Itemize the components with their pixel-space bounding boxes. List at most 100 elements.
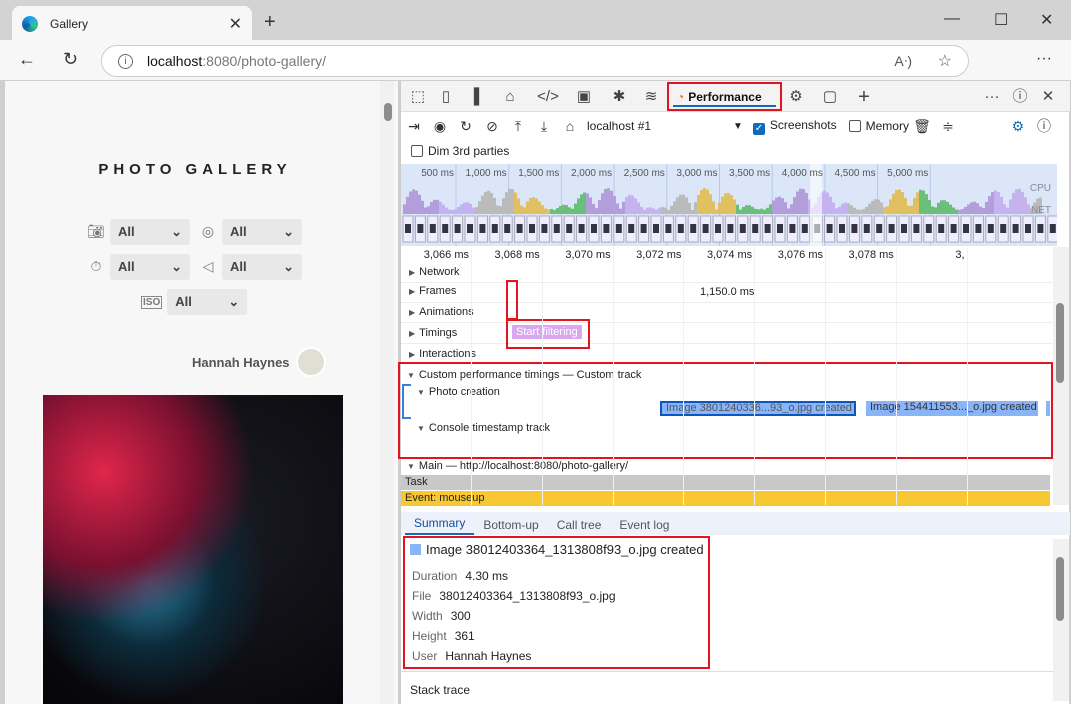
tab-call-tree[interactable]: Call tree <box>548 518 611 535</box>
welcome-tab-icon[interactable]: ⌂ <box>497 85 523 109</box>
performance-toolbar: ⇥ ◉ ↻ ⊘ ⤒ ⤓ ⌂ localhost #1 ▼ ✓ Screenshot… <box>401 113 1070 139</box>
event-mouseup-bar[interactable]: Event: mouseup <box>401 491 1050 506</box>
cpu-bar <box>514 192 517 214</box>
collapse-icon[interactable]: ≑ <box>935 118 961 135</box>
browser-tab[interactable]: Gallery ✕ <box>12 6 252 42</box>
network-tab-icon[interactable]: ≋ <box>638 85 664 109</box>
photo-image[interactable] <box>43 395 343 704</box>
aperture-filter-select[interactable]: All ⌄ <box>222 219 302 245</box>
cpu-bar <box>973 201 976 214</box>
screenshots-checkbox[interactable]: ✓ Screenshots <box>752 118 837 135</box>
focal-filter-select[interactable]: All ⌄ <box>222 254 302 280</box>
cpu-bar <box>895 190 898 214</box>
summary-scrollbar-thumb[interactable] <box>1056 557 1064 621</box>
cpu-bar <box>511 189 514 214</box>
task-bar[interactable]: Task <box>401 475 1050 490</box>
cpu-bar <box>784 202 787 214</box>
page-scrollbar-thumb[interactable] <box>384 103 392 121</box>
sources-tab-icon[interactable]: ✱ <box>606 85 632 109</box>
cpu-bar <box>616 203 619 214</box>
cpu-bar <box>661 206 664 214</box>
stack-trace-heading[interactable]: Stack trace <box>410 683 470 697</box>
more-tabs-icon[interactable]: + <box>851 85 877 109</box>
cpu-bar <box>517 198 520 214</box>
cpu-bar <box>943 200 946 214</box>
help-icon[interactable]: ⓘ <box>1031 116 1057 136</box>
cpu-bar <box>1003 204 1006 214</box>
tab-bottom-up[interactable]: Bottom-up <box>474 518 547 535</box>
cpu-bar <box>553 209 556 214</box>
cpu-bar <box>1024 197 1027 214</box>
elements-tab-icon[interactable]: </> <box>535 85 561 109</box>
dim-3rd-parties-checkbox[interactable]: Dim 3rd parties <box>411 144 509 158</box>
tab-performance[interactable]: ◔ Performance <box>667 82 782 111</box>
track-animations[interactable]: ▶ Animations <box>401 302 1053 323</box>
cpu-bar <box>658 207 661 214</box>
reload-record-icon[interactable]: ↻ <box>453 118 479 135</box>
memory-checkbox[interactable]: Memory <box>848 119 909 133</box>
garbage-collect-icon[interactable]: 🗑︎ <box>909 118 935 135</box>
read-aloud-icon[interactable]: Aᐧ) <box>894 53 912 70</box>
back-icon[interactable]: ← <box>18 49 36 70</box>
target-select[interactable]: localhost #1 <box>583 119 733 133</box>
device-emulation-icon[interactable]: ▯ <box>433 85 459 109</box>
help-icon[interactable]: ⓘ <box>1007 85 1033 109</box>
site-info-icon[interactable]: i <box>118 53 133 69</box>
more-menu-icon[interactable]: ··· <box>1036 50 1052 68</box>
iso-icon: ISO <box>141 295 163 309</box>
application-tab-icon[interactable]: ▢ <box>817 85 843 109</box>
cpu-bar <box>955 209 958 214</box>
settings-gear-icon[interactable]: ⚙ <box>1005 118 1031 135</box>
cpu-bar <box>625 197 628 214</box>
cpu-bar <box>520 205 523 214</box>
cpu-bar <box>868 203 871 214</box>
home-icon[interactable]: ⌂ <box>557 118 583 134</box>
cpu-bar <box>544 208 547 214</box>
camera-filter-select[interactable]: All ⌄ <box>110 219 190 245</box>
page-scrollbar[interactable] <box>380 81 394 704</box>
upload-icon[interactable]: ⤒ <box>505 118 531 135</box>
cpu-bar <box>853 207 856 214</box>
tab-event-log[interactable]: Event log <box>610 518 678 535</box>
cpu-bar <box>958 209 961 214</box>
favorite-star-icon[interactable]: ☆ <box>938 51 952 71</box>
exposure-filter-select[interactable]: All ⌄ <box>110 254 190 280</box>
close-devtools-icon[interactable]: ✕ <box>1035 85 1061 109</box>
memory-tab-icon[interactable]: ⚙ <box>783 85 809 109</box>
dock-icon[interactable]: ▐ <box>461 85 487 109</box>
maximize-icon[interactable]: ☐ <box>994 10 1008 30</box>
toggle-sidebar-icon[interactable]: ⇥ <box>401 118 427 135</box>
close-tab-icon[interactable]: ✕ <box>229 14 242 34</box>
cpu-bar <box>490 192 493 214</box>
clear-icon[interactable]: ⊘ <box>479 118 505 135</box>
timeline-scrollbar-thumb[interactable] <box>1056 303 1064 383</box>
tab-summary[interactable]: Summary <box>405 516 475 535</box>
close-window-icon[interactable]: ✕ <box>1040 10 1053 30</box>
cpu-bar <box>523 207 526 214</box>
track-main[interactable]: ▼ Main — http://localhost:8080/photo-gall… <box>407 460 628 472</box>
record-icon[interactable]: ◉ <box>427 118 453 135</box>
cpu-bar <box>862 209 865 214</box>
minimize-icon[interactable]: — <box>944 10 960 28</box>
cpu-bar <box>442 204 445 214</box>
track-timings[interactable]: ▶ Timings <box>401 323 1053 344</box>
cpu-bar <box>526 201 529 214</box>
iso-filter-select[interactable]: All ⌄ <box>167 289 248 315</box>
new-tab-icon[interactable]: + <box>264 11 276 34</box>
refresh-icon[interactable]: ↻ <box>63 49 78 70</box>
cpu-bar <box>799 188 802 214</box>
timeline-overview[interactable]: CPU NET 500 ms 1,000 ms 1,500 ms 2,000 ms 2,… <box>401 164 1059 246</box>
highlight-frame-marker <box>506 280 518 320</box>
address-bar[interactable]: i localhost:8080/photo-gallery/ Aᐧ) ☆ <box>101 45 969 77</box>
cpu-bar <box>670 205 673 214</box>
console-tab-icon[interactable]: ▣ <box>571 85 597 109</box>
download-icon[interactable]: ⤓ <box>531 118 557 135</box>
ruler-tick: 3,076 ms <box>777 249 823 261</box>
cpu-bar <box>754 208 757 214</box>
inspect-icon[interactable]: ⬚ <box>405 85 431 109</box>
more-options-icon[interactable]: ··· <box>979 85 1005 109</box>
dropdown-arrow-icon[interactable]: ▼ <box>733 121 743 132</box>
track-network[interactable]: ▶ Network <box>401 262 1053 283</box>
cpu-bar <box>541 205 544 214</box>
track-frames[interactable]: ▶ Frames 1,150.0 ms <box>401 281 1053 303</box>
